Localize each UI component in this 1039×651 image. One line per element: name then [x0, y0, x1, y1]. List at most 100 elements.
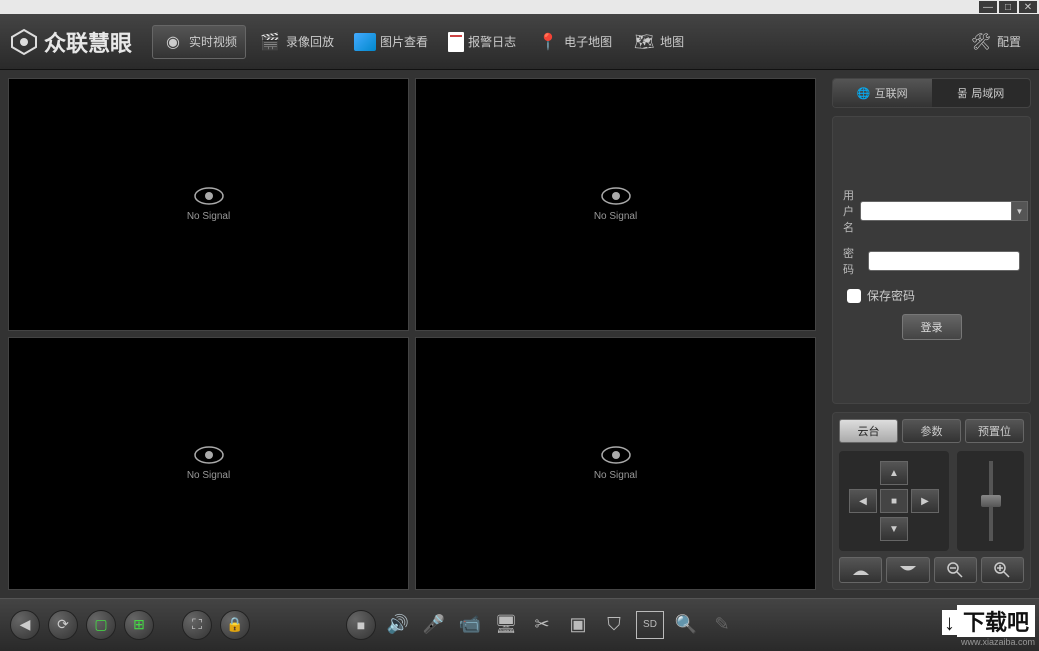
main-header: 众联慧眼 ◉ 实时视频 🎬 录像回放 图片查看 报警日志 📍 电子地图 🗺 地图… — [0, 14, 1039, 70]
nav-label: 配置 — [997, 33, 1021, 50]
ptz-tabs: 云台 参数 预置位 — [839, 419, 1024, 443]
side-panel: 🌐 互联网 몲 局域网 用户名 ▼ 密码 — [824, 70, 1039, 598]
username-dropdown-button[interactable]: ▼ — [1012, 201, 1028, 221]
username-row: 用户名 ▼ — [843, 187, 1020, 235]
username-label: 用户名 — [843, 187, 854, 235]
video-cell-2[interactable]: No Signal — [415, 78, 816, 331]
shield-icon[interactable]: ⛉ — [600, 611, 628, 639]
maximize-button[interactable]: □ — [999, 1, 1017, 13]
next-page-button[interactable]: ⟳ — [48, 610, 78, 640]
nav-map[interactable]: 🗺 地图 — [624, 26, 692, 58]
save-password-label: 保存密码 — [867, 287, 915, 304]
mic-icon[interactable]: 🎤 — [420, 611, 448, 639]
ptz-dpad: ▲ ▼ ◀ ▶ ■ — [839, 451, 949, 551]
password-label: 密码 — [843, 245, 862, 277]
stop-button[interactable]: ■ — [346, 610, 376, 640]
snapshot-icon[interactable]: ▣ — [564, 611, 592, 639]
window-titlebar: — □ ✕ — [0, 0, 1039, 14]
globe-icon: 🌐 — [857, 87, 871, 100]
save-password-row: 保存密码 — [843, 287, 1020, 304]
document-icon — [448, 32, 464, 52]
nav-live-video[interactable]: ◉ 实时视频 — [152, 25, 246, 59]
eye-icon — [601, 187, 631, 205]
ptz-body: ▲ ▼ ◀ ▶ ■ — [839, 451, 1024, 551]
ptz-bottom-row — [839, 557, 1024, 583]
nav-emap[interactable]: 📍 电子地图 — [528, 26, 620, 58]
app-logo: 众联慧眼 — [10, 26, 132, 58]
main-content: No Signal No Signal No Signal No Signal … — [0, 70, 1039, 598]
ptz-left-button[interactable]: ◀ — [849, 489, 877, 513]
nav-config[interactable]: 🛠 配置 — [961, 26, 1029, 58]
lock-button[interactable]: 🔒 — [220, 610, 250, 640]
lan-icon: 몲 — [957, 85, 967, 101]
no-signal-label: No Signal — [594, 470, 637, 481]
main-nav: ◉ 实时视频 🎬 录像回放 图片查看 报警日志 📍 电子地图 🗺 地图 — [152, 25, 692, 59]
ptz-tab-preset[interactable]: 预置位 — [965, 419, 1024, 443]
zoom-out-button[interactable] — [934, 557, 977, 583]
minimize-button[interactable]: — — [979, 1, 997, 13]
eye-icon — [194, 187, 224, 205]
edit-icon[interactable]: ✎ — [708, 611, 736, 639]
sd-icon[interactable]: SD — [636, 611, 664, 639]
download-arrow-icon: ↓ — [942, 610, 957, 635]
nav-label: 实时视频 — [189, 33, 237, 50]
clapperboard-icon: 🎬 — [258, 30, 282, 54]
tab-lan[interactable]: 몲 局域网 — [932, 79, 1031, 107]
ptz-right-button[interactable]: ▶ — [911, 489, 939, 513]
slider-thumb[interactable] — [981, 495, 1001, 507]
nav-image-view[interactable]: 图片查看 — [346, 29, 436, 55]
fullscreen-button[interactable]: ⛶ — [182, 610, 212, 640]
nav-label: 地图 — [660, 33, 684, 50]
iris-open-button[interactable] — [886, 557, 929, 583]
ptz-down-button[interactable]: ▼ — [880, 517, 908, 541]
watermark-text: 下载吧 — [957, 605, 1035, 637]
ptz-panel: 云台 参数 预置位 ▲ ▼ ◀ ▶ ■ — [832, 412, 1031, 590]
username-input[interactable] — [860, 201, 1012, 221]
nav-alarm-log[interactable]: 报警日志 — [440, 28, 524, 56]
map-icon: 🗺 — [632, 30, 656, 54]
nav-label: 电子地图 — [564, 33, 612, 50]
eye-icon — [601, 446, 631, 464]
ptz-up-button[interactable]: ▲ — [880, 461, 908, 485]
video-cell-3[interactable]: No Signal — [8, 337, 409, 590]
nav-label: 报警日志 — [468, 33, 516, 50]
ptz-tab-ptz[interactable]: 云台 — [839, 419, 898, 443]
display-zoom-icon[interactable]: 🔍 — [672, 611, 700, 639]
close-button[interactable]: ✕ — [1019, 1, 1037, 13]
ptz-tab-param[interactable]: 参数 — [902, 419, 961, 443]
prev-page-button[interactable]: ◀ — [10, 610, 40, 640]
login-button[interactable]: 登录 — [902, 314, 962, 340]
watermark-url: www.xiazaiba.com — [942, 637, 1035, 647]
tab-internet[interactable]: 🌐 互联网 — [833, 79, 932, 107]
video-grid: No Signal No Signal No Signal No Signal — [0, 70, 824, 598]
wrench-icon: 🛠 — [969, 30, 993, 54]
nav-label: 图片查看 — [380, 33, 428, 50]
video-cell-1[interactable]: No Signal — [8, 78, 409, 331]
ptz-speed-slider[interactable] — [957, 451, 1024, 551]
cut-icon[interactable]: ✂ — [528, 611, 556, 639]
monitor-icon[interactable]: 🖥 — [492, 611, 520, 639]
footer-toolbar: ◀ ⟳ ▢ ⊞ ⛶ 🔒 ■ 🔊 🎤 📹 🖥 ✂ ▣ ⛉ SD 🔍 ✎ — [0, 598, 1039, 650]
camera-icon: ◉ — [161, 30, 185, 54]
eye-icon — [194, 446, 224, 464]
nav-playback[interactable]: 🎬 录像回放 — [250, 26, 342, 58]
iris-close-button[interactable] — [839, 557, 882, 583]
tab-label: 互联网 — [875, 85, 908, 101]
layout-1-button[interactable]: ▢ — [86, 610, 116, 640]
pin-icon: 📍 — [536, 30, 560, 54]
layout-4-button[interactable]: ⊞ — [124, 610, 154, 640]
logo-icon — [10, 28, 38, 56]
record-icon[interactable]: 📹 — [456, 611, 484, 639]
no-signal-label: No Signal — [594, 211, 637, 222]
zoom-in-button[interactable] — [981, 557, 1024, 583]
app-title: 众联慧眼 — [44, 26, 132, 58]
volume-icon[interactable]: 🔊 — [384, 611, 412, 639]
ptz-stop-button[interactable]: ■ — [880, 489, 908, 513]
save-password-checkbox[interactable] — [847, 289, 861, 303]
video-cell-4[interactable]: No Signal — [415, 337, 816, 590]
no-signal-label: No Signal — [187, 470, 230, 481]
password-input[interactable] — [868, 251, 1020, 271]
watermark: ↓下载吧 www.xiazaiba.com — [942, 605, 1035, 647]
tab-label: 局域网 — [971, 85, 1004, 101]
network-tabs: 🌐 互联网 몲 局域网 — [832, 78, 1031, 108]
